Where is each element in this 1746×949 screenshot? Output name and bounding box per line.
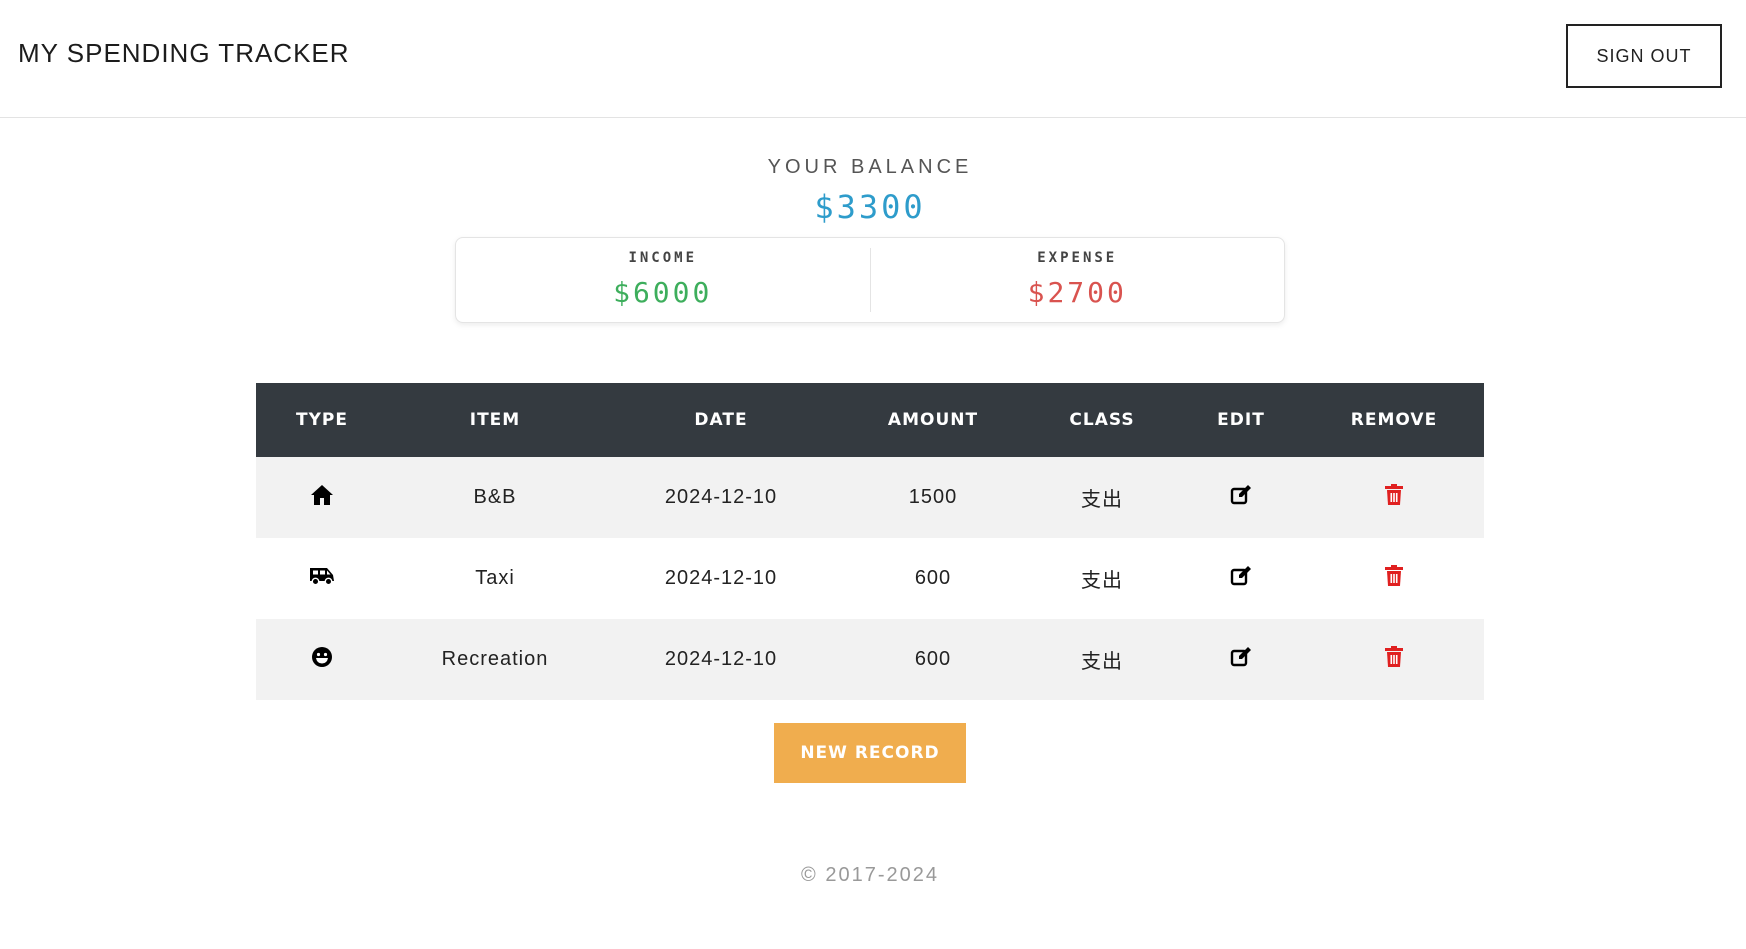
income-label: INCOME: [628, 250, 698, 266]
class-cell: 支出: [1026, 457, 1178, 538]
edit-icon[interactable]: [1230, 646, 1252, 674]
column-header-edit: EDIT: [1178, 383, 1304, 457]
amount-cell: 600: [840, 538, 1026, 619]
item-cell: B&B: [388, 457, 602, 538]
amount-cell: 1500: [840, 457, 1026, 538]
footer-copyright: © 2017-2024: [801, 864, 939, 886]
top-navbar: MY SPENDING TRACKER SIGN OUT: [0, 0, 1746, 118]
item-cell: Taxi: [388, 538, 602, 619]
edit-icon[interactable]: [1230, 484, 1252, 512]
amount-cell: 600: [840, 619, 1026, 700]
table-row: B&B 2024-12-10 1500 支出: [256, 457, 1484, 538]
edit-icon[interactable]: [1230, 565, 1252, 593]
column-header-date: DATE: [602, 383, 840, 457]
remove-cell: [1304, 457, 1484, 538]
sign-out-button[interactable]: SIGN OUT: [1566, 24, 1722, 88]
shuttle-van-icon: [309, 566, 335, 592]
edit-cell: [1178, 619, 1304, 700]
expense-value: $2700: [1027, 276, 1127, 309]
income-value: $6000: [613, 276, 713, 309]
balance-label: YOUR BALANCE: [767, 156, 973, 178]
column-header-item: ITEM: [388, 383, 602, 457]
edit-cell: [1178, 538, 1304, 619]
type-cell: [256, 619, 388, 700]
table-row: Recreation 2024-12-10 600 支出: [256, 619, 1484, 700]
date-cell: 2024-12-10: [602, 619, 840, 700]
trash-icon[interactable]: [1384, 483, 1404, 512]
app-title: MY SPENDING TRACKER: [18, 38, 350, 68]
table-header-row: TYPE ITEM DATE AMOUNT CLASS EDIT REMOVE: [256, 383, 1484, 457]
date-cell: 2024-12-10: [602, 538, 840, 619]
item-cell: Recreation: [388, 619, 602, 700]
column-header-amount: AMOUNT: [840, 383, 1026, 457]
remove-cell: [1304, 538, 1484, 619]
edit-cell: [1178, 457, 1304, 538]
home-icon: [310, 484, 334, 512]
type-cell: [256, 457, 388, 538]
expense-section: EXPENSE $2700: [871, 238, 1285, 322]
income-section: INCOME $6000: [456, 238, 870, 322]
date-cell: 2024-12-10: [602, 457, 840, 538]
expense-label: EXPENSE: [1037, 250, 1118, 266]
remove-cell: [1304, 619, 1484, 700]
new-record-button[interactable]: NEW RECORD: [774, 723, 966, 783]
balance-value: $3300: [814, 188, 926, 226]
grin-face-icon: [311, 646, 333, 674]
records-table: TYPE ITEM DATE AMOUNT CLASS EDIT REMOVE …: [256, 383, 1484, 700]
type-cell: [256, 538, 388, 619]
column-header-remove: REMOVE: [1304, 383, 1484, 457]
trash-icon[interactable]: [1384, 564, 1404, 593]
class-cell: 支出: [1026, 619, 1178, 700]
column-header-type: TYPE: [256, 383, 388, 457]
trash-icon[interactable]: [1384, 645, 1404, 674]
column-header-class: CLASS: [1026, 383, 1178, 457]
income-expense-card: INCOME $6000 EXPENSE $2700: [455, 237, 1285, 323]
table-row: Taxi 2024-12-10 600 支出: [256, 538, 1484, 619]
class-cell: 支出: [1026, 538, 1178, 619]
